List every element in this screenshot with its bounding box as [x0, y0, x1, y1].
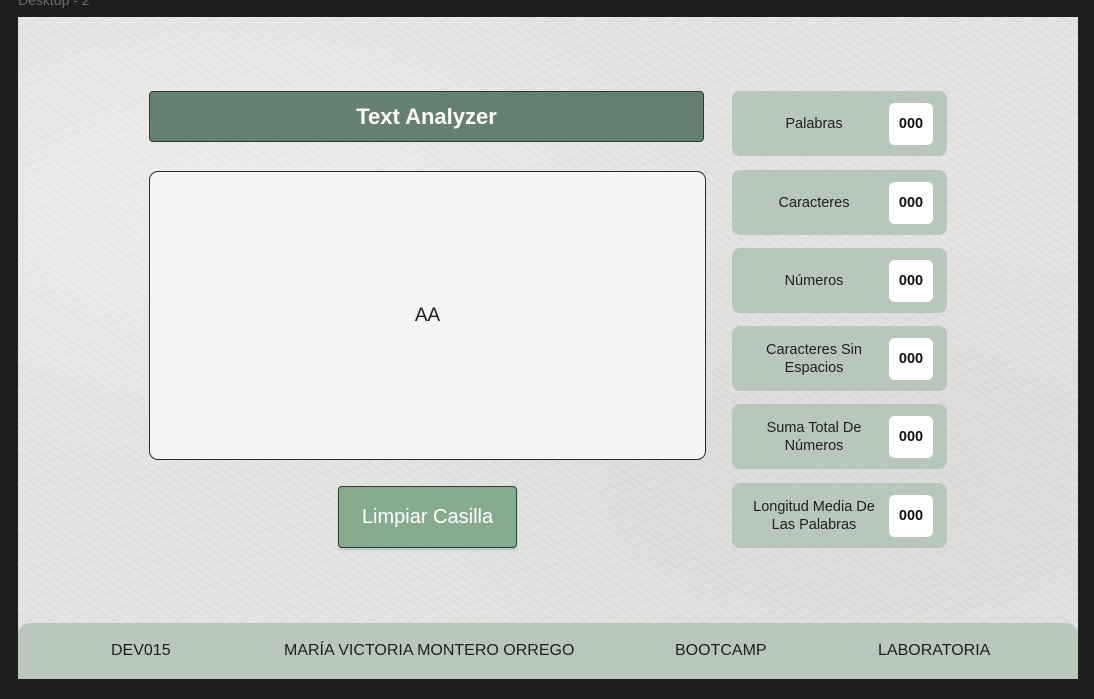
text-input-value: AA [414, 304, 441, 326]
app-canvas: Text Analyzer AA Limpiar Casilla Palabra… [18, 17, 1078, 679]
clear-button[interactable]: Limpiar Casilla [338, 486, 517, 548]
stat-label: Caracteres [778, 194, 850, 211]
footer-org: LABORATORIA [878, 642, 991, 659]
text-input-area[interactable]: AA [149, 171, 706, 460]
stat-label: Caracteres Sin Espacios [766, 341, 862, 376]
stat-label: Palabras [785, 115, 843, 132]
footer-author: MARÍA VICTORIA MONTERO ORREGO [284, 642, 575, 659]
footer-program: BOOTCAMP [675, 642, 767, 659]
page-title: Text Analyzer [149, 91, 704, 142]
stat-value: 000 [889, 495, 933, 537]
stat-value: 000 [889, 338, 933, 380]
stat-label: Suma Total De Números [766, 419, 862, 454]
stat-card-number-sum: Suma Total De Números 000 [732, 404, 947, 469]
stat-value: 000 [889, 103, 933, 145]
footer: DEV015 MARÍA VICTORIA MONTERO ORREGO BOO… [18, 623, 1078, 679]
frame-label: Desktop - 2 [18, 0, 90, 8]
stat-card-numbers: Números 000 [732, 248, 947, 313]
stat-value: 000 [889, 416, 933, 458]
stat-value: 000 [889, 260, 933, 302]
stat-card-average-word-length: Longitud Media De Las Palabras 000 [732, 483, 947, 548]
footer-code: DEV015 [111, 642, 171, 659]
stat-value: 000 [889, 182, 933, 224]
stat-label: Números [784, 272, 844, 289]
stat-card-characters-no-spaces: Caracteres Sin Espacios 000 [732, 326, 947, 391]
stat-label: Longitud Media De Las Palabras [753, 498, 875, 533]
stat-card-characters: Caracteres 000 [732, 170, 947, 235]
stat-card-words: Palabras 000 [732, 91, 947, 156]
